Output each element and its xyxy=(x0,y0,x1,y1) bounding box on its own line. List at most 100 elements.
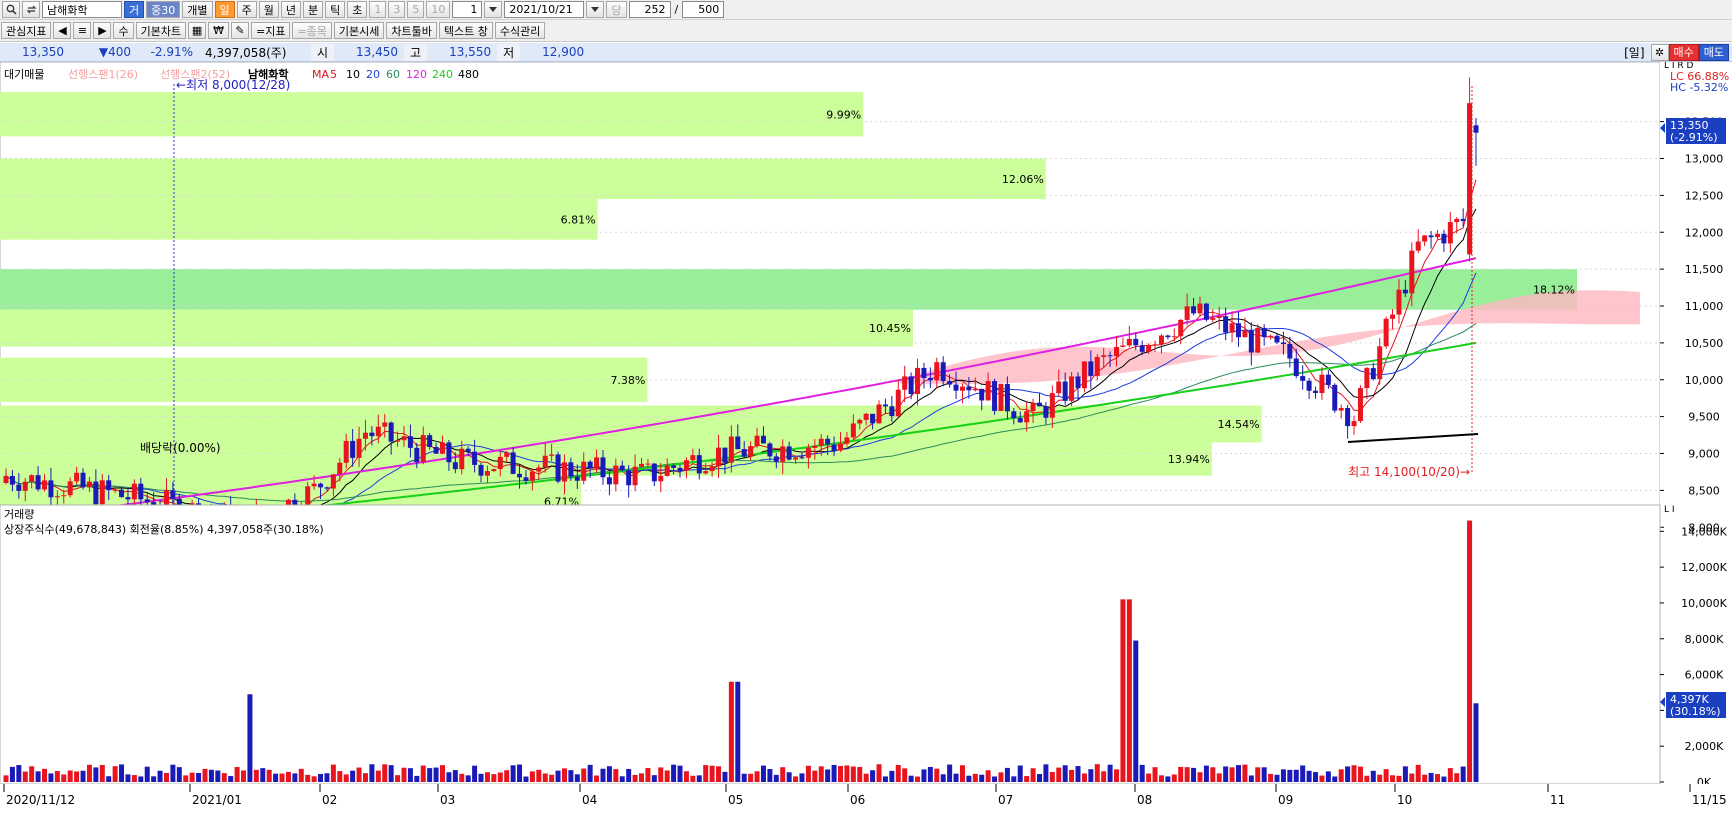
candle-body xyxy=(337,462,343,475)
candle-body xyxy=(773,456,779,462)
candle-body xyxy=(99,480,105,505)
volume-bar xyxy=(979,774,985,782)
volume-bar xyxy=(35,771,41,782)
stock-name-field[interactable]: 남해화학 xyxy=(42,1,122,18)
candle-body xyxy=(1293,358,1299,377)
stock-chart[interactable]: 9.99% 12.06% 6.81% 18.12% 10.45% 7.38% 14.54% 1… xyxy=(0,62,1732,814)
arrow-right-icon[interactable]: ▶ xyxy=(93,22,112,39)
volume-bar xyxy=(1126,599,1132,782)
settings-icon[interactable]: ✲ xyxy=(1650,43,1669,61)
candle-body xyxy=(86,481,92,488)
formula-button[interactable]: 수식관리 xyxy=(494,22,546,39)
count-field[interactable]: 252 xyxy=(628,1,671,18)
candle-body xyxy=(1357,388,1363,422)
supply-band-label: 10.45% xyxy=(869,322,911,335)
text-window-button[interactable]: 텍스트 창 xyxy=(438,22,493,39)
search-icon[interactable] xyxy=(2,1,20,18)
dang-button[interactable]: 당 xyxy=(606,1,627,18)
volume-bar xyxy=(420,765,426,782)
candle-body xyxy=(465,448,471,452)
candle-body xyxy=(1120,345,1126,347)
candle-body xyxy=(863,413,869,420)
candle-body xyxy=(1364,368,1370,389)
candle-body xyxy=(992,381,998,411)
indicator-button[interactable]: =지표 xyxy=(250,22,291,39)
volume-bar xyxy=(1171,774,1177,782)
sell-button[interactable]: 매도 xyxy=(1698,43,1729,61)
volume-bar xyxy=(818,766,824,782)
total-field[interactable]: 500 xyxy=(682,1,725,18)
buy-button[interactable]: 매수 xyxy=(1668,43,1699,61)
volume-bar xyxy=(285,771,291,782)
candle-body xyxy=(1101,355,1107,357)
date-dropdown-icon[interactable] xyxy=(586,1,605,18)
interval-field[interactable]: 1 xyxy=(452,1,483,18)
volume-bar xyxy=(67,770,73,782)
volume-bar xyxy=(440,765,446,782)
tool-icon[interactable]: ✎ xyxy=(230,22,249,39)
volume-bar xyxy=(305,774,311,782)
supply-band xyxy=(0,92,864,137)
candle-body xyxy=(645,463,651,465)
period-day-button[interactable]: 일 xyxy=(214,1,235,18)
low-annotation: ←최저 8,000(12/28) xyxy=(176,78,290,92)
period-second-button[interactable]: 초 xyxy=(347,1,368,18)
period-month-button[interactable]: 월 xyxy=(258,1,279,18)
arrow-left-icon[interactable]: ◀ xyxy=(53,22,72,39)
candle-body xyxy=(119,489,125,498)
watch-indicator-button[interactable]: 관심지표 xyxy=(1,22,52,39)
candle-body xyxy=(947,381,953,385)
candle-body xyxy=(1402,289,1408,294)
y-tick-label: 10,000 xyxy=(1685,374,1724,387)
volume-bar xyxy=(651,775,657,782)
candle-body xyxy=(581,461,587,481)
volume-bar xyxy=(549,774,555,782)
volume-bar xyxy=(279,773,285,782)
volume-bar xyxy=(1210,767,1216,782)
volume-bar xyxy=(863,773,869,782)
candle-body xyxy=(805,447,811,458)
ma60-legend: 60 xyxy=(386,68,400,81)
stock-compare-button[interactable]: =종목 xyxy=(292,22,332,39)
num-1-button[interactable]: 1 xyxy=(369,1,387,18)
span1-legend: 선행스팬1(26) xyxy=(68,68,138,81)
candle-body xyxy=(414,447,420,463)
volume-bar xyxy=(176,767,182,782)
period-tick-button[interactable]: 틱 xyxy=(325,1,346,18)
supply-band-label: 13.94% xyxy=(1168,453,1210,466)
basic-price-button[interactable]: 기본시세 xyxy=(333,22,385,39)
basic-chart-button[interactable]: 기본차트 xyxy=(135,22,187,39)
period-week-button[interactable]: 주 xyxy=(236,1,257,18)
candle-body xyxy=(1422,235,1428,242)
won-button[interactable]: ₩ xyxy=(208,22,229,39)
chart-toolbar-button[interactable]: 차트툴바 xyxy=(386,22,437,39)
geo-button[interactable]: 거 xyxy=(124,1,145,18)
volume-y-tick-label: 8,000K xyxy=(1685,633,1724,646)
volume-bar xyxy=(1165,776,1171,782)
x-tick-label: 11 xyxy=(1550,793,1565,807)
candle-body xyxy=(1242,330,1248,338)
supply-band-label: 6.81% xyxy=(561,213,596,226)
period-year-button[interactable]: 년 xyxy=(280,1,301,18)
date-field[interactable]: 2021/10/21 xyxy=(504,1,585,18)
candle-body xyxy=(927,377,933,381)
refresh-icon[interactable] xyxy=(22,1,40,18)
menu-icon[interactable]: ≡ xyxy=(73,22,92,39)
gyo-button[interactable]: 중30 xyxy=(146,1,181,18)
period-minute-button[interactable]: 분 xyxy=(303,1,324,18)
su-button[interactable]: 수 xyxy=(113,22,134,39)
volume-bar xyxy=(3,775,9,782)
volume-bar xyxy=(382,764,388,782)
num-5-button[interactable]: 5 xyxy=(407,1,425,18)
volume-bar xyxy=(600,768,606,782)
num-10-button[interactable]: 10 xyxy=(426,1,451,18)
candle-body xyxy=(356,438,362,458)
num-3-button[interactable]: 3 xyxy=(388,1,406,18)
individual-button[interactable]: 개별 xyxy=(182,1,213,18)
volume-bar xyxy=(189,772,195,782)
chevron-down-icon[interactable] xyxy=(484,1,503,18)
candle-body xyxy=(876,404,882,424)
volume-bar xyxy=(208,769,214,782)
y-tick-label: 11,000 xyxy=(1685,300,1724,313)
grid-icon[interactable]: ▦ xyxy=(188,22,207,39)
